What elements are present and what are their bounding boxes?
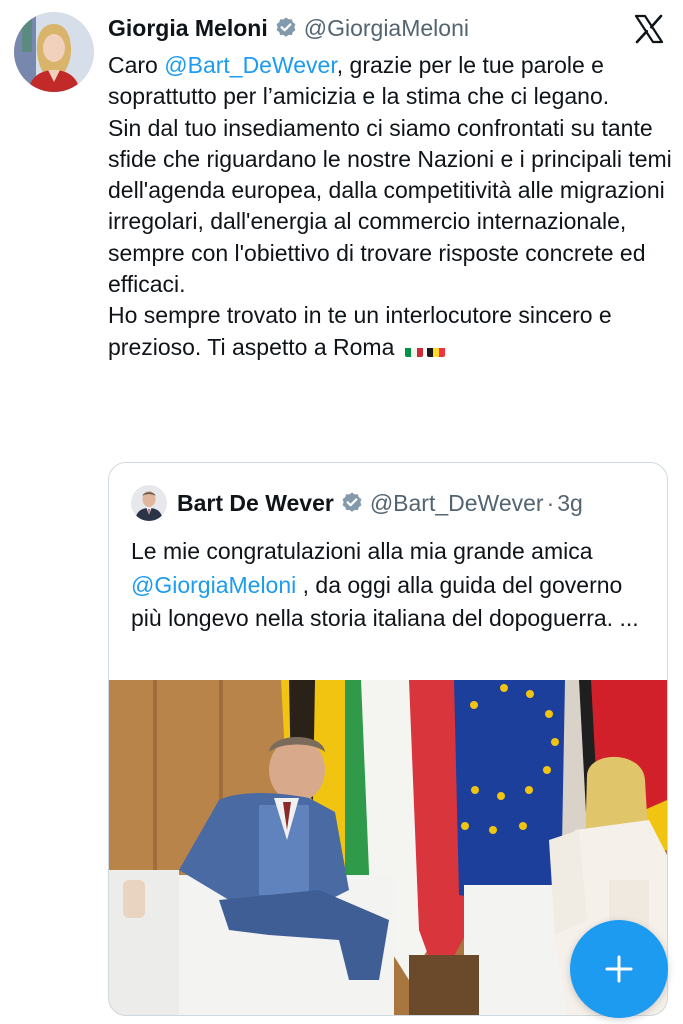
tweet-header: Giorgia Meloni @GiorgiaMeloni xyxy=(108,8,469,48)
verified-badge-icon xyxy=(276,17,296,37)
mention-link[interactable]: @Bart_DeWever xyxy=(164,52,337,78)
author-name[interactable]: Giorgia Meloni xyxy=(108,15,268,42)
separator-dot: · xyxy=(546,489,555,516)
quoted-author-name[interactable]: Bart De Wever xyxy=(177,490,334,517)
quoted-timestamp[interactable]: 3g xyxy=(557,490,583,517)
belgium-flag-icon xyxy=(426,341,445,357)
quoted-tweet-text: Le mie congratulazioni alla mia grande a… xyxy=(131,535,651,636)
verified-badge-icon xyxy=(342,492,362,512)
author-handle[interactable]: @GiorgiaMeloni xyxy=(304,15,469,42)
flag-emojis xyxy=(401,334,445,365)
compose-button[interactable] xyxy=(570,920,668,1018)
quoted-text-segment: Le mie congratulazioni alla mia grande a… xyxy=(131,538,593,564)
mention-link[interactable]: @GiorgiaMeloni xyxy=(131,572,296,598)
tweet-text-segment: , grazie per le tue parole e soprattutto… xyxy=(108,52,672,360)
plus-icon xyxy=(605,955,633,983)
author-portrait xyxy=(14,12,94,92)
italy-flag-icon xyxy=(404,341,423,357)
tweet-text: Caro @Bart_DeWever, grazie per le tue pa… xyxy=(108,50,673,365)
author-avatar[interactable] xyxy=(14,12,94,92)
quoted-author-handle[interactable]: @Bart_DeWever xyxy=(370,490,544,517)
tweet-text-segment: Caro xyxy=(108,52,165,78)
x-logo-icon[interactable] xyxy=(634,14,664,44)
quoted-author-portrait xyxy=(131,485,167,521)
quoted-tweet-header: Bart De Wever @Bart_DeWever · 3g xyxy=(131,485,583,521)
quoted-author-avatar[interactable] xyxy=(131,485,167,521)
